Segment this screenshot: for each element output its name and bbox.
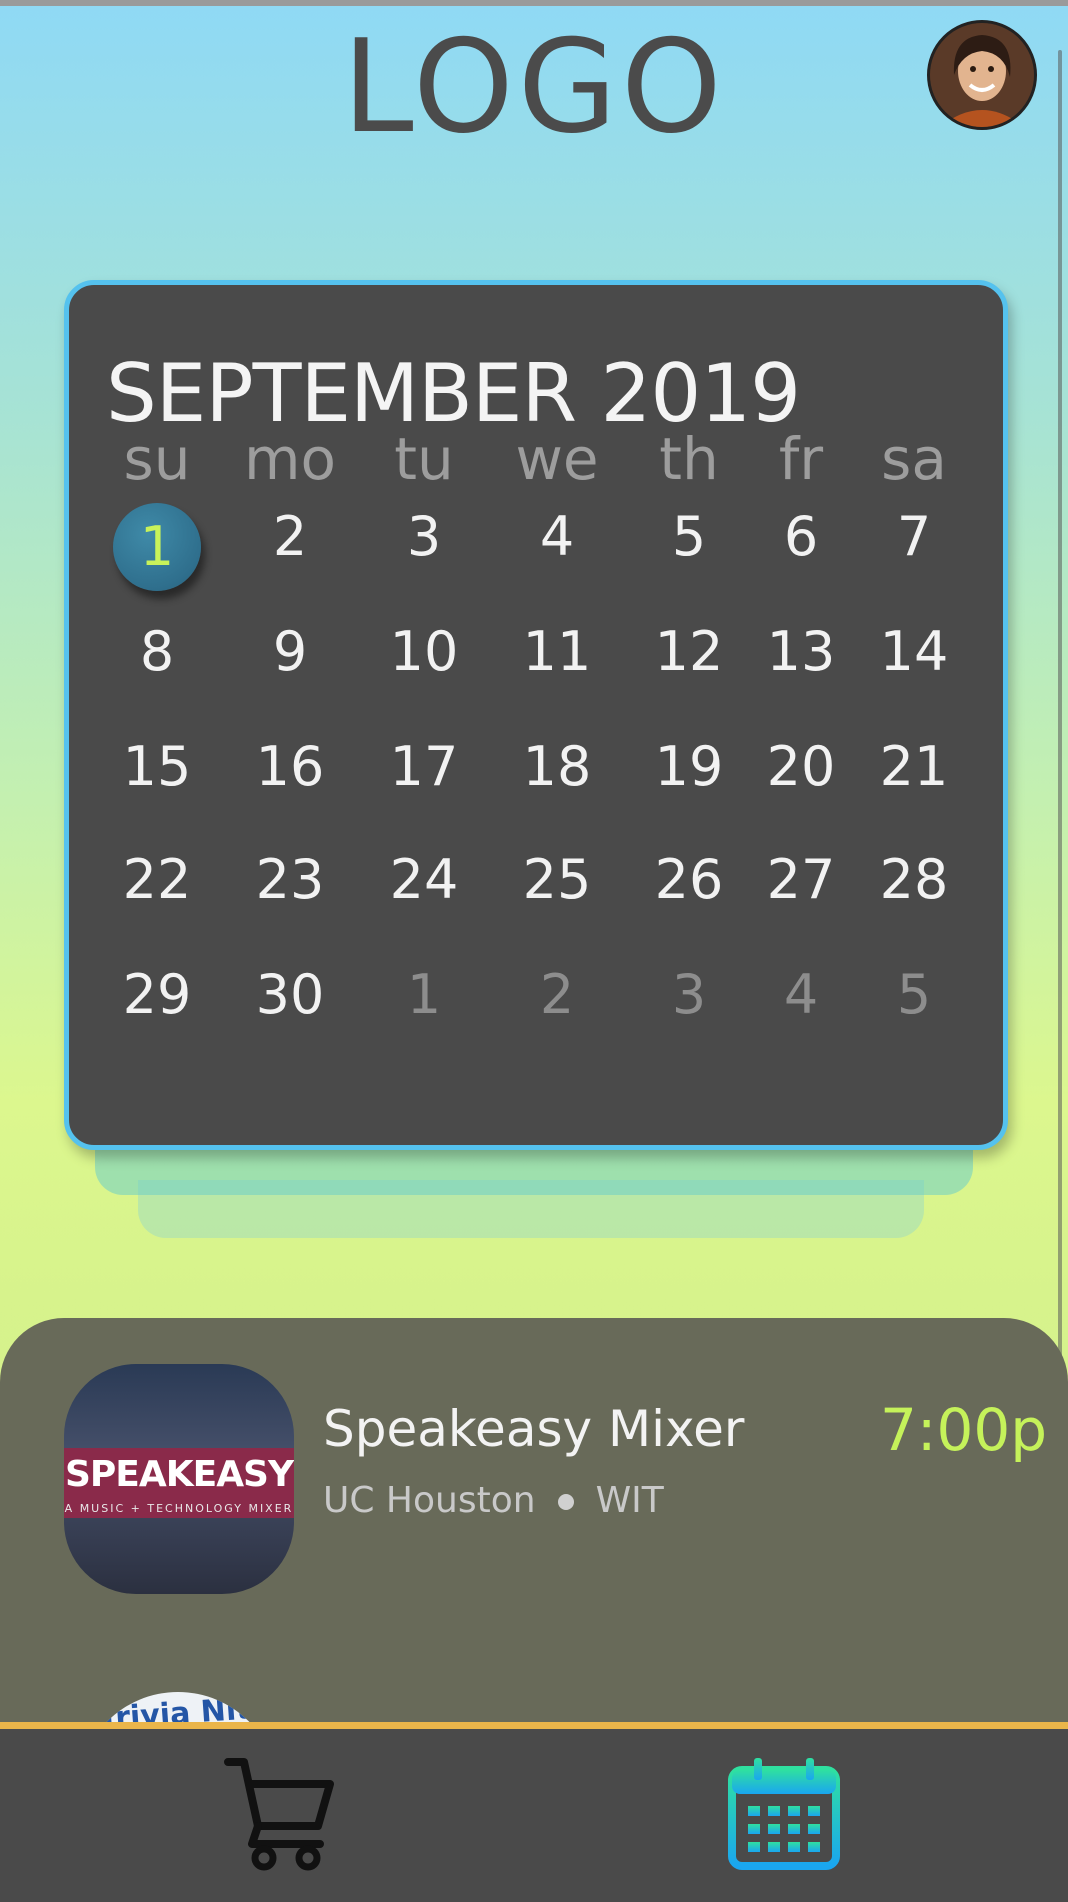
calendar-day[interactable]: 18 [497,735,617,798]
event-organizer: WIT [595,1480,664,1521]
event-thumbnail[interactable]: SPEAKEASY A MUSIC + TECHNOLOGY MIXER [64,1364,294,1594]
window-top-border [0,0,1068,6]
app-logo: LOGO [342,13,726,162]
calendar-day[interactable]: 27 [741,848,861,911]
calendar-day[interactable]: 21 [854,735,974,798]
calendar-icon [728,1758,840,1870]
calendar-day[interactable]: 14 [854,620,974,683]
scrollbar[interactable] [1058,50,1062,1540]
calendar-day-selected[interactable]: 1 [113,503,201,591]
calendar-day[interactable]: 23 [230,848,350,911]
separator-dot-icon [557,1494,574,1510]
calendar-grid: su mo tu we th fr sa 1 2 3 4 5 6 7 8 9 10 11 12 13 14 15 16 17 1… [69,285,1003,1145]
weekday-fr: fr [778,425,824,493]
cart-icon [224,1758,334,1871]
calendar-day[interactable]: 30 [230,963,350,1026]
calendar-day[interactable]: 17 [364,735,484,798]
calendar-day-next-month[interactable]: 1 [364,963,484,1026]
event-time: 7:00p [880,1396,1048,1464]
calendar-day[interactable]: 9 [230,620,350,683]
calendar-day[interactable]: 26 [629,848,749,911]
calendar-day[interactable]: 13 [741,620,861,683]
calendar-day[interactable]: 19 [629,735,749,798]
weekday-mo: mo [244,425,336,493]
calendar-day[interactable]: 12 [629,620,749,683]
thumbnail-subtitle: A MUSIC + TECHNOLOGY MIXER [64,1502,294,1515]
calendar-day-next-month[interactable]: 3 [629,963,749,1026]
calendar-day[interactable]: 10 [364,620,484,683]
weekday-we: we [515,425,599,493]
avatar-icon [930,23,1034,127]
calendar-day[interactable]: 29 [97,963,217,1026]
calendar-day[interactable]: 2 [230,505,350,568]
weekday-su: su [123,425,191,493]
calendar-day[interactable]: 16 [230,735,350,798]
calendar-day[interactable]: 24 [364,848,484,911]
tab-cart[interactable] [222,1752,342,1872]
thumbnail-title: SPEAKEASY [64,1454,294,1495]
weekday-sa: sa [881,425,947,493]
tab-calendar[interactable] [726,1756,842,1872]
calendar-day[interactable]: 25 [497,848,617,911]
calendar-day[interactable]: 15 [97,735,217,798]
calendar-day[interactable]: 5 [629,505,749,568]
calendar-day[interactable]: 3 [364,505,484,568]
event-meta: UC Houston WIT [323,1480,664,1521]
calendar-day[interactable]: 4 [497,505,617,568]
weekday-tu: tu [394,425,454,493]
calendar-day-next-month[interactable]: 2 [497,963,617,1026]
event-title[interactable]: Speakeasy Mixer [323,1400,744,1458]
weekday-th: th [659,425,719,493]
calendar-day[interactable]: 7 [854,505,974,568]
calendar-day-next-month[interactable]: 4 [741,963,861,1026]
event-location: UC Houston [323,1480,536,1521]
calendar-day[interactable]: 22 [97,848,217,911]
calendar-day[interactable]: 28 [854,848,974,911]
calendar-day[interactable]: 6 [741,505,861,568]
calendar-day[interactable]: 8 [97,620,217,683]
calendar-day-next-month[interactable]: 5 [854,963,974,1026]
bottom-tab-bar [0,1722,1068,1902]
user-avatar[interactable] [927,20,1037,130]
calendar-day[interactable]: 11 [497,620,617,683]
calendar-day[interactable]: 20 [741,735,861,798]
calendar-card: SEPTEMBER 2019 su mo tu we th fr sa 1 2 3 4 5 6 7 8 9 10… [64,280,1008,1150]
